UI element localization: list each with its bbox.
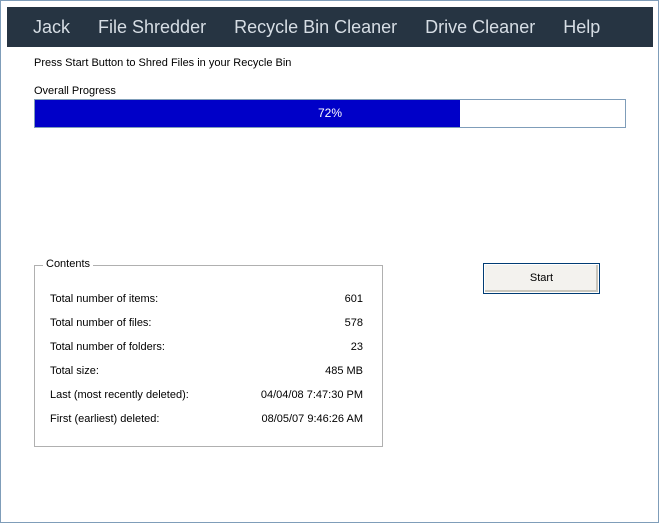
start-button[interactable]: Start bbox=[483, 263, 600, 294]
stat-value: 578 bbox=[344, 317, 363, 329]
progress-label: Overall Progress bbox=[34, 85, 116, 97]
overall-progress-bar: 72% bbox=[34, 99, 626, 128]
stat-row-total-files: Total number of files: 578 bbox=[50, 317, 363, 329]
progress-percent: 72% bbox=[317, 106, 343, 120]
stat-row-total-size: Total size: 485 MB bbox=[50, 365, 363, 377]
main-panel: Press Start Button to Shred Files in you… bbox=[7, 47, 653, 515]
stat-value: 485 MB bbox=[325, 365, 363, 377]
menu-help[interactable]: Help bbox=[549, 7, 614, 47]
stat-row-total-folders: Total number of folders: 23 bbox=[50, 341, 363, 353]
stat-label: Total number of items: bbox=[50, 293, 159, 305]
menu-recycle-bin-cleaner[interactable]: Recycle Bin Cleaner bbox=[220, 7, 411, 47]
menu-file-shredder[interactable]: File Shredder bbox=[84, 7, 220, 47]
stat-row-total-items: Total number of items: 601 bbox=[50, 293, 363, 305]
menu-bar: Jack File Shredder Recycle Bin Cleaner D… bbox=[7, 7, 653, 47]
instruction-text: Press Start Button to Shred Files in you… bbox=[34, 57, 292, 69]
stat-value: 08/05/07 9:46:26 AM bbox=[261, 413, 363, 425]
app-window: Jack File Shredder Recycle Bin Cleaner D… bbox=[0, 0, 659, 523]
stat-row-last-deleted: Last (most recently deleted): 04/04/08 7… bbox=[50, 389, 363, 401]
menu-drive-cleaner[interactable]: Drive Cleaner bbox=[411, 7, 549, 47]
stat-label: Total size: bbox=[50, 365, 99, 377]
stat-row-first-deleted: First (earliest) deleted: 08/05/07 9:46:… bbox=[50, 413, 363, 425]
stat-label: Total number of folders: bbox=[50, 341, 165, 353]
stat-value: 601 bbox=[344, 293, 363, 305]
stat-label: Last (most recently deleted): bbox=[50, 389, 189, 401]
stat-label: First (earliest) deleted: bbox=[50, 413, 160, 425]
stat-label: Total number of files: bbox=[50, 317, 152, 329]
stat-value: 04/04/08 7:47:30 PM bbox=[260, 389, 363, 401]
contents-groupbox: Contents Total number of items: 601 Tota… bbox=[34, 258, 383, 447]
menu-jack[interactable]: Jack bbox=[7, 7, 84, 47]
stat-value: 23 bbox=[350, 341, 363, 353]
contents-title: Contents bbox=[43, 258, 94, 270]
